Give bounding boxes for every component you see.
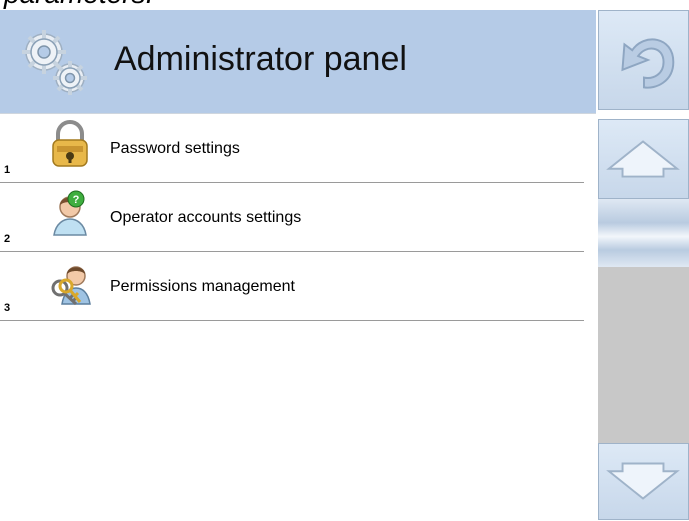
list-item-label: Password settings (110, 140, 240, 157)
list-item-password-settings[interactable]: Password settings 1 (0, 114, 584, 183)
panel-header: Administrator panel (0, 10, 596, 113)
list-item-operator-accounts-settings[interactable]: ? Operator accounts settings 2 (0, 183, 584, 252)
list-item-permissions-management[interactable]: Permissions management 3 (0, 252, 584, 321)
scroll-down-button[interactable] (598, 443, 689, 520)
arrow-down-icon (606, 462, 680, 500)
scrollbar-thumb[interactable] (598, 199, 689, 267)
back-button[interactable] (598, 10, 689, 110)
padlock-icon (52, 120, 88, 167)
list-item-number: 3 (4, 302, 11, 314)
list-item-number: 1 (4, 164, 11, 176)
arrow-up-icon (606, 140, 680, 178)
gears-icon (22, 30, 87, 95)
side-navigation (596, 10, 689, 520)
cut-off-text: parameters. (4, 0, 153, 10)
page-title: Administrator panel (114, 40, 407, 78)
scroll-up-button[interactable] (598, 119, 689, 199)
settings-list: Password settings 1 ? Operator accounts … (0, 113, 596, 521)
user-key-icon (51, 266, 91, 306)
operator-question-icon: ? (53, 190, 87, 236)
svg-text:?: ? (73, 194, 80, 206)
list-item-number: 2 (4, 233, 11, 245)
list-item-label: Permissions management (110, 278, 295, 295)
undo-arrow-icon (621, 38, 675, 89)
list-item-label: Operator accounts settings (110, 209, 302, 226)
scrollbar-track[interactable] (598, 199, 689, 443)
